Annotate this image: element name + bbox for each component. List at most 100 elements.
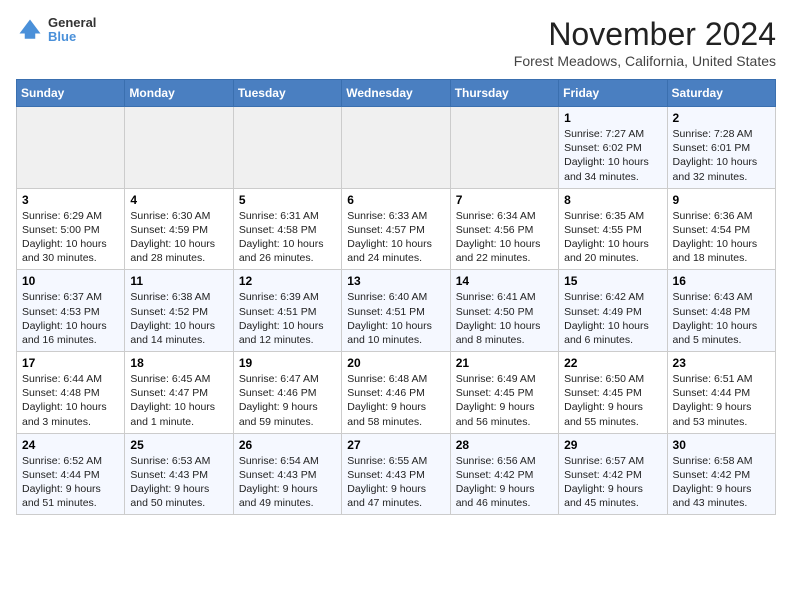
calendar-cell: 5 Sunrise: 6:31 AM Sunset: 4:58 PM Daylig… xyxy=(233,188,341,270)
day-content: Sunrise: 6:33 AM Sunset: 4:57 PM Dayligh… xyxy=(347,209,444,266)
calendar-cell: 23 Sunrise: 6:51 AM Sunset: 4:44 PM Dayli… xyxy=(667,352,775,434)
logo: General Blue xyxy=(16,16,96,45)
day-number: 8 xyxy=(564,193,661,207)
day-number: 11 xyxy=(130,274,227,288)
day-content: Sunrise: 6:41 AM Sunset: 4:50 PM Dayligh… xyxy=(456,290,553,347)
calendar: SundayMondayTuesdayWednesdayThursdayFrid… xyxy=(16,79,776,515)
weekday-row: SundayMondayTuesdayWednesdayThursdayFrid… xyxy=(17,80,776,107)
weekday-header-tuesday: Tuesday xyxy=(233,80,341,107)
day-number: 30 xyxy=(673,438,770,452)
day-number: 25 xyxy=(130,438,227,452)
day-number: 15 xyxy=(564,274,661,288)
calendar-cell: 16 Sunrise: 6:43 AM Sunset: 4:48 PM Dayli… xyxy=(667,270,775,352)
calendar-cell: 12 Sunrise: 6:39 AM Sunset: 4:51 PM Dayli… xyxy=(233,270,341,352)
day-number: 20 xyxy=(347,356,444,370)
day-content: Sunrise: 6:48 AM Sunset: 4:46 PM Dayligh… xyxy=(347,372,444,429)
day-number: 14 xyxy=(456,274,553,288)
calendar-cell: 17 Sunrise: 6:44 AM Sunset: 4:48 PM Dayli… xyxy=(17,352,125,434)
calendar-cell: 13Sunrise: 6:40 AM Sunset: 4:51 PM Dayli… xyxy=(342,270,450,352)
weekday-header-monday: Monday xyxy=(125,80,233,107)
calendar-cell xyxy=(342,107,450,189)
title-area: November 2024 Forest Meadows, California… xyxy=(514,16,776,69)
day-number: 24 xyxy=(22,438,119,452)
calendar-cell: 14 Sunrise: 6:41 AM Sunset: 4:50 PM Dayli… xyxy=(450,270,558,352)
day-number: 3 xyxy=(22,193,119,207)
day-content: Sunrise: 6:58 AM Sunset: 4:42 PM Dayligh… xyxy=(673,454,770,511)
day-content: Sunrise: 6:45 AM Sunset: 4:47 PM Dayligh… xyxy=(130,372,227,429)
day-number: 7 xyxy=(456,193,553,207)
calendar-cell: 21Sunrise: 6:49 AM Sunset: 4:45 PM Dayli… xyxy=(450,352,558,434)
day-content: Sunrise: 6:50 AM Sunset: 4:45 PM Dayligh… xyxy=(564,372,661,429)
day-content: Sunrise: 7:27 AM Sunset: 6:02 PM Dayligh… xyxy=(564,127,661,184)
location: Forest Meadows, California, United State… xyxy=(514,53,776,69)
calendar-body: 1Sunrise: 7:27 AM Sunset: 6:02 PM Daylig… xyxy=(17,107,776,515)
calendar-cell: 10Sunrise: 6:37 AM Sunset: 4:53 PM Dayli… xyxy=(17,270,125,352)
day-content: Sunrise: 6:34 AM Sunset: 4:56 PM Dayligh… xyxy=(456,209,553,266)
day-content: Sunrise: 6:49 AM Sunset: 4:45 PM Dayligh… xyxy=(456,372,553,429)
day-content: Sunrise: 6:36 AM Sunset: 4:54 PM Dayligh… xyxy=(673,209,770,266)
day-number: 16 xyxy=(673,274,770,288)
day-number: 2 xyxy=(673,111,770,125)
week-row-2: 3 Sunrise: 6:29 AM Sunset: 5:00 PM Daylig… xyxy=(17,188,776,270)
calendar-cell: 22 Sunrise: 6:50 AM Sunset: 4:45 PM Dayli… xyxy=(559,352,667,434)
day-number: 27 xyxy=(347,438,444,452)
day-content: Sunrise: 6:35 AM Sunset: 4:55 PM Dayligh… xyxy=(564,209,661,266)
day-number: 17 xyxy=(22,356,119,370)
day-number: 22 xyxy=(564,356,661,370)
day-content: Sunrise: 6:38 AM Sunset: 4:52 PM Dayligh… xyxy=(130,290,227,347)
calendar-cell: 20 Sunrise: 6:48 AM Sunset: 4:46 PM Dayli… xyxy=(342,352,450,434)
calendar-cell xyxy=(125,107,233,189)
calendar-cell: 15 Sunrise: 6:42 AM Sunset: 4:49 PM Dayli… xyxy=(559,270,667,352)
calendar-cell: 25 Sunrise: 6:53 AM Sunset: 4:43 PM Dayli… xyxy=(125,433,233,515)
day-number: 4 xyxy=(130,193,227,207)
day-content: Sunrise: 6:51 AM Sunset: 4:44 PM Dayligh… xyxy=(673,372,770,429)
calendar-cell: 30 Sunrise: 6:58 AM Sunset: 4:42 PM Dayli… xyxy=(667,433,775,515)
calendar-cell: 3 Sunrise: 6:29 AM Sunset: 5:00 PM Daylig… xyxy=(17,188,125,270)
day-content: Sunrise: 6:55 AM Sunset: 4:43 PM Dayligh… xyxy=(347,454,444,511)
header: General Blue November 2024 Forest Meadow… xyxy=(16,16,776,69)
day-content: Sunrise: 6:39 AM Sunset: 4:51 PM Dayligh… xyxy=(239,290,336,347)
calendar-cell: 11 Sunrise: 6:38 AM Sunset: 4:52 PM Dayli… xyxy=(125,270,233,352)
day-number: 29 xyxy=(564,438,661,452)
week-row-5: 24 Sunrise: 6:52 AM Sunset: 4:44 PM Dayli… xyxy=(17,433,776,515)
calendar-cell xyxy=(233,107,341,189)
logo-text: General Blue xyxy=(48,16,96,45)
day-content: Sunrise: 6:44 AM Sunset: 4:48 PM Dayligh… xyxy=(22,372,119,429)
calendar-cell: 6Sunrise: 6:33 AM Sunset: 4:57 PM Daylig… xyxy=(342,188,450,270)
calendar-cell: 18 Sunrise: 6:45 AM Sunset: 4:47 PM Dayli… xyxy=(125,352,233,434)
weekday-header-wednesday: Wednesday xyxy=(342,80,450,107)
day-number: 26 xyxy=(239,438,336,452)
calendar-cell: 24 Sunrise: 6:52 AM Sunset: 4:44 PM Dayli… xyxy=(17,433,125,515)
day-content: Sunrise: 6:29 AM Sunset: 5:00 PM Dayligh… xyxy=(22,209,119,266)
day-number: 23 xyxy=(673,356,770,370)
day-content: Sunrise: 6:31 AM Sunset: 4:58 PM Dayligh… xyxy=(239,209,336,266)
calendar-cell: 2 Sunrise: 7:28 AM Sunset: 6:01 PM Daylig… xyxy=(667,107,775,189)
day-number: 28 xyxy=(456,438,553,452)
day-content: Sunrise: 6:42 AM Sunset: 4:49 PM Dayligh… xyxy=(564,290,661,347)
weekday-header-thursday: Thursday xyxy=(450,80,558,107)
week-row-1: 1Sunrise: 7:27 AM Sunset: 6:02 PM Daylig… xyxy=(17,107,776,189)
day-number: 5 xyxy=(239,193,336,207)
weekday-header-saturday: Saturday xyxy=(667,80,775,107)
month-title: November 2024 xyxy=(514,16,776,53)
calendar-cell xyxy=(17,107,125,189)
day-content: Sunrise: 6:43 AM Sunset: 4:48 PM Dayligh… xyxy=(673,290,770,347)
day-number: 18 xyxy=(130,356,227,370)
day-content: Sunrise: 6:56 AM Sunset: 4:42 PM Dayligh… xyxy=(456,454,553,511)
day-number: 13 xyxy=(347,274,444,288)
day-content: Sunrise: 7:28 AM Sunset: 6:01 PM Dayligh… xyxy=(673,127,770,184)
day-content: Sunrise: 6:47 AM Sunset: 4:46 PM Dayligh… xyxy=(239,372,336,429)
calendar-cell: 19Sunrise: 6:47 AM Sunset: 4:46 PM Dayli… xyxy=(233,352,341,434)
logo-icon xyxy=(16,16,44,44)
calendar-cell xyxy=(450,107,558,189)
calendar-cell: 9Sunrise: 6:36 AM Sunset: 4:54 PM Daylig… xyxy=(667,188,775,270)
calendar-header: SundayMondayTuesdayWednesdayThursdayFrid… xyxy=(17,80,776,107)
day-number: 12 xyxy=(239,274,336,288)
week-row-4: 17 Sunrise: 6:44 AM Sunset: 4:48 PM Dayli… xyxy=(17,352,776,434)
day-content: Sunrise: 6:52 AM Sunset: 4:44 PM Dayligh… xyxy=(22,454,119,511)
day-content: Sunrise: 6:53 AM Sunset: 4:43 PM Dayligh… xyxy=(130,454,227,511)
day-content: Sunrise: 6:54 AM Sunset: 4:43 PM Dayligh… xyxy=(239,454,336,511)
calendar-cell: 28 Sunrise: 6:56 AM Sunset: 4:42 PM Dayli… xyxy=(450,433,558,515)
day-number: 10 xyxy=(22,274,119,288)
logo-general-label: General xyxy=(48,16,96,30)
